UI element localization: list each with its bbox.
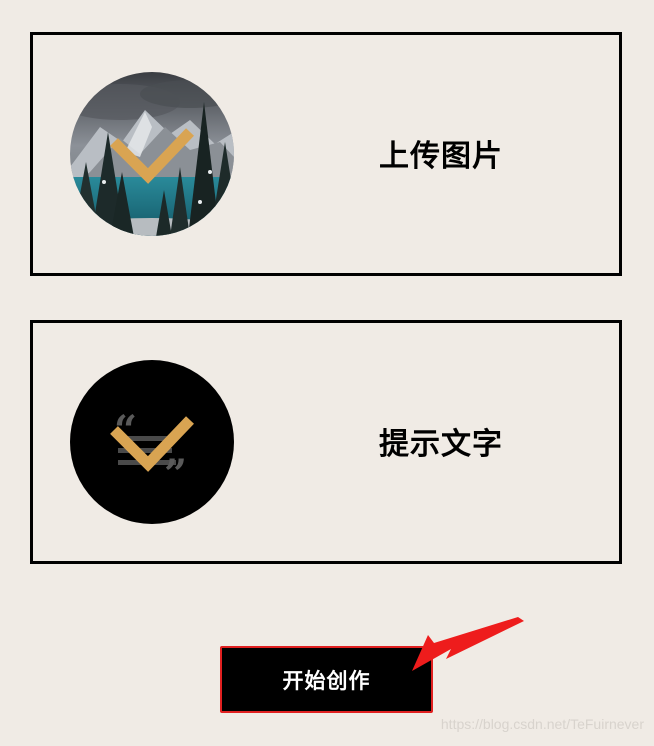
svg-text:”: ” [164,451,187,498]
landscape-photo-checked-icon [70,72,234,236]
quote-text-checked-icon: “ ” [70,360,234,524]
prompt-text-label: 提示文字 [379,427,503,462]
page: 上传图片 “ ” 提示文字 开始创作 https://blog.csdn.net… [0,0,654,746]
upload-image-card[interactable]: 上传图片 [30,32,622,276]
prompt-text-card[interactable]: “ ” 提示文字 [30,320,622,564]
start-creating-button[interactable]: 开始创作 [220,646,433,713]
upload-image-label: 上传图片 [379,139,503,174]
watermark: https://blog.csdn.net/TeFuirnever [440,716,644,732]
